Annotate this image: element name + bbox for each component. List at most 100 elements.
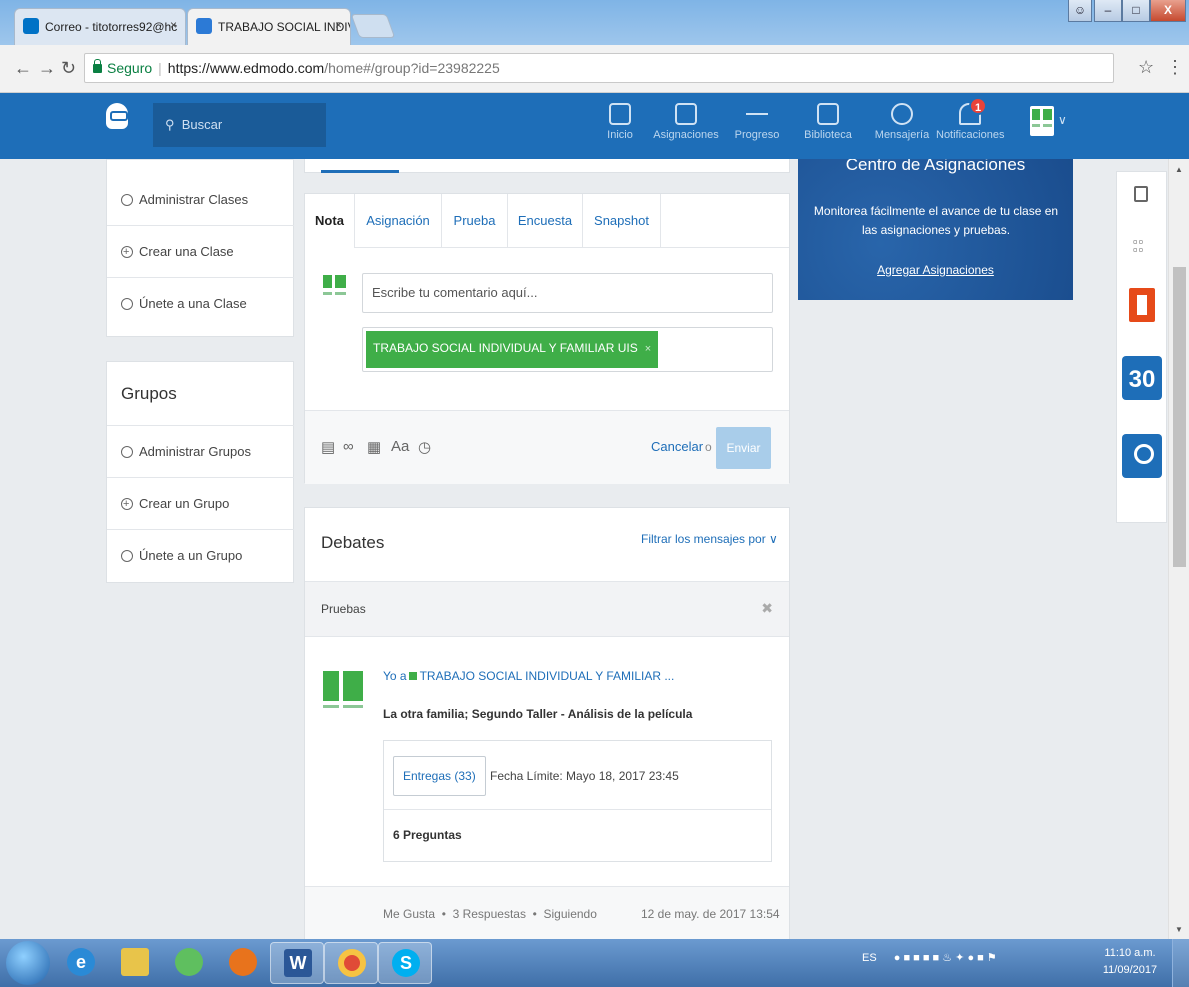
taskbar-file-explorer[interactable]	[108, 942, 162, 984]
chevron-down-icon[interactable]: ∨	[1058, 113, 1067, 127]
browser-menu-icon[interactable]: ⋮	[1166, 57, 1184, 78]
post-footer: Me Gusta • 3 Respuestas • Siguiendo 12 d…	[305, 886, 789, 939]
browser-tab-edmodo[interactable]: TRABAJO SOCIAL INDIVI ×	[187, 8, 351, 45]
url-path: /home#/group?id=23982225	[324, 60, 500, 76]
page-scrollbar[interactable]: ▲ ▼	[1168, 159, 1189, 939]
user-profile-button[interactable]: ☺	[1068, 0, 1092, 22]
tab-prueba[interactable]: Prueba	[442, 194, 508, 248]
submissions-button[interactable]: Entregas (33)	[393, 756, 486, 796]
join-users-icon	[121, 550, 133, 562]
nav-mensajeria[interactable]: Mensajería	[871, 93, 933, 141]
edmodo-header: ⚲ Buscar Inicio Asignaciones Progreso Bi…	[0, 93, 1189, 159]
post-avatar	[321, 669, 365, 717]
close-tab-icon[interactable]: ×	[335, 18, 342, 32]
cancel-link[interactable]: Cancelar	[651, 439, 703, 454]
gear-icon	[121, 446, 133, 458]
word-icon: W	[284, 949, 312, 977]
plus-circle-icon	[121, 226, 133, 278]
remove-recipient-icon[interactable]: ×	[645, 343, 651, 355]
new-tab-button[interactable]	[350, 14, 396, 38]
user-avatar[interactable]	[1030, 106, 1054, 136]
search-icon: ⚲	[165, 117, 175, 132]
font-format-icon[interactable]: Aa	[391, 438, 409, 455]
calendar-icon[interactable]: 30	[1122, 356, 1162, 400]
link-icon[interactable]: ∞	[343, 438, 354, 455]
sidebar-item-unete-clase[interactable]: Únete a una Clase	[107, 278, 294, 330]
close-window-button[interactable]: X	[1150, 0, 1186, 22]
close-tab-icon[interactable]: ×	[170, 18, 177, 32]
main-content: Administrar Clases Crear una Clase Únete…	[0, 159, 1189, 939]
recipient-field[interactable]: TRABAJO SOCIAL INDIVIDUAL Y FAMILIAR UIS…	[362, 327, 773, 372]
tab-encuesta[interactable]: Encuesta	[508, 194, 583, 248]
filter-dropdown[interactable]: Filtrar los mensajes por ∨	[641, 532, 778, 546]
filter-tag-label: Pruebas	[321, 602, 366, 616]
library-book-icon[interactable]: ▦	[367, 438, 381, 456]
tab-title: TRABAJO SOCIAL INDIVI	[218, 20, 351, 34]
assignments-promo: Centro de Asignaciones Monitorea fácilme…	[798, 159, 1073, 300]
replies-link[interactable]: 3 Respuestas	[453, 907, 526, 921]
sidebar-item-administrar-grupos[interactable]: Administrar Grupos	[107, 426, 294, 478]
post-group[interactable]: TRABAJO SOCIAL INDIVIDUAL Y FAMILIAR ...	[420, 669, 675, 683]
sidebar-item-administrar-clases[interactable]: Administrar Clases	[107, 174, 294, 226]
scroll-up-icon[interactable]: ▲	[1175, 165, 1183, 174]
nav-progreso[interactable]: Progreso	[729, 93, 785, 141]
forward-arrow-icon[interactable]: →	[38, 58, 56, 79]
system-clock[interactable]: 11:10 a.m. 11/09/2017	[1100, 945, 1160, 979]
post-date: 12 de may. de 2017 13:54	[641, 907, 780, 921]
scroll-thumb[interactable]	[1173, 267, 1186, 567]
nav-label: Asignaciones	[653, 129, 719, 141]
nav-asignaciones[interactable]: Asignaciones	[651, 93, 721, 141]
sidebar-item-crear-grupo[interactable]: Crear un Grupo	[107, 478, 294, 530]
library-icon	[817, 103, 839, 125]
post-author[interactable]: Yo a	[383, 669, 407, 683]
reload-icon[interactable]: ↻	[61, 58, 76, 79]
clock-schedule-icon[interactable]: ◷	[418, 438, 431, 456]
taskbar-chrome[interactable]	[324, 942, 378, 984]
nav-label: Notificaciones	[936, 129, 1005, 141]
search-input[interactable]: ⚲ Buscar	[153, 103, 326, 147]
taskbar-internet-explorer[interactable]: e	[54, 942, 108, 984]
like-link[interactable]: Me Gusta	[383, 907, 435, 921]
comment-input[interactable]: Escribe tu comentario aquí...	[362, 273, 773, 313]
add-assignments-link[interactable]: Agregar Asignaciones	[798, 263, 1073, 277]
minimize-button[interactable]: –	[1094, 0, 1122, 22]
back-arrow-icon[interactable]: ←	[14, 58, 32, 79]
clear-filter-icon[interactable]: ✖	[761, 600, 773, 617]
taskbar-firefox[interactable]	[216, 942, 270, 984]
tab-snapshot[interactable]: Snapshot	[583, 194, 661, 248]
attach-file-icon[interactable]: ▤	[321, 438, 335, 456]
show-desktop-button[interactable]	[1172, 939, 1189, 987]
group-color-icon	[408, 672, 417, 680]
address-toolbar: ← → ↻ Seguro | https://www.edmodo.com/home…	[0, 45, 1189, 93]
browser-tab-correo[interactable]: Correo - titotorres92@hc ×	[14, 8, 186, 45]
sidebar-item-crear-clase[interactable]: Crear una Clase	[107, 226, 294, 278]
windows-start-button[interactable]	[6, 941, 50, 985]
search-placeholder: Buscar	[181, 117, 223, 132]
taskbar-contacts[interactable]	[162, 942, 216, 984]
nav-label: Mensajería	[874, 129, 930, 141]
scroll-down-icon[interactable]: ▼	[1175, 925, 1183, 934]
taskbar-word[interactable]: W	[270, 942, 324, 984]
taskbar-skype[interactable]: S	[378, 942, 432, 984]
tab-asignacion[interactable]: Asignación	[355, 194, 442, 248]
language-indicator[interactable]: ES	[862, 952, 877, 964]
nav-biblioteca[interactable]: Biblioteca	[803, 93, 853, 141]
following-link[interactable]: Siguiendo	[544, 907, 597, 921]
bookmark-star-icon[interactable]: ☆	[1138, 57, 1154, 78]
tab-nota[interactable]: Nota	[305, 194, 355, 248]
edmodo-logo-icon[interactable]	[106, 103, 128, 129]
windows-taskbar: e W S ES ● ■ ■ ■ ■ ♨ ✦ ● ■ ⚑ 11:10 a.m. …	[0, 939, 1189, 987]
sidebar-item-unete-grupo[interactable]: Únete a un Grupo	[107, 530, 294, 582]
send-button[interactable]: Enviar	[716, 427, 771, 469]
sidebar-item-label: Crear una Clase	[139, 244, 234, 259]
post-title[interactable]: La otra familia; Segundo Taller - Anális…	[383, 707, 692, 721]
apps-grid-icon[interactable]: ▫▫ ▫▫	[1133, 235, 1144, 256]
quiz-review-icon[interactable]	[1122, 434, 1162, 478]
url-bar[interactable]: Seguro | https://www.edmodo.com/home#/grou…	[84, 53, 1114, 83]
nav-inicio[interactable]: Inicio	[597, 93, 643, 141]
maximize-button[interactable]: □	[1122, 0, 1150, 22]
office-icon[interactable]	[1129, 288, 1155, 322]
store-icon[interactable]	[1134, 186, 1148, 202]
debates-feed: Debates Filtrar los mensajes por ∨ Prueb…	[304, 507, 790, 939]
tray-icons[interactable]: ● ■ ■ ■ ■ ♨ ✦ ● ■ ⚑	[894, 952, 997, 964]
